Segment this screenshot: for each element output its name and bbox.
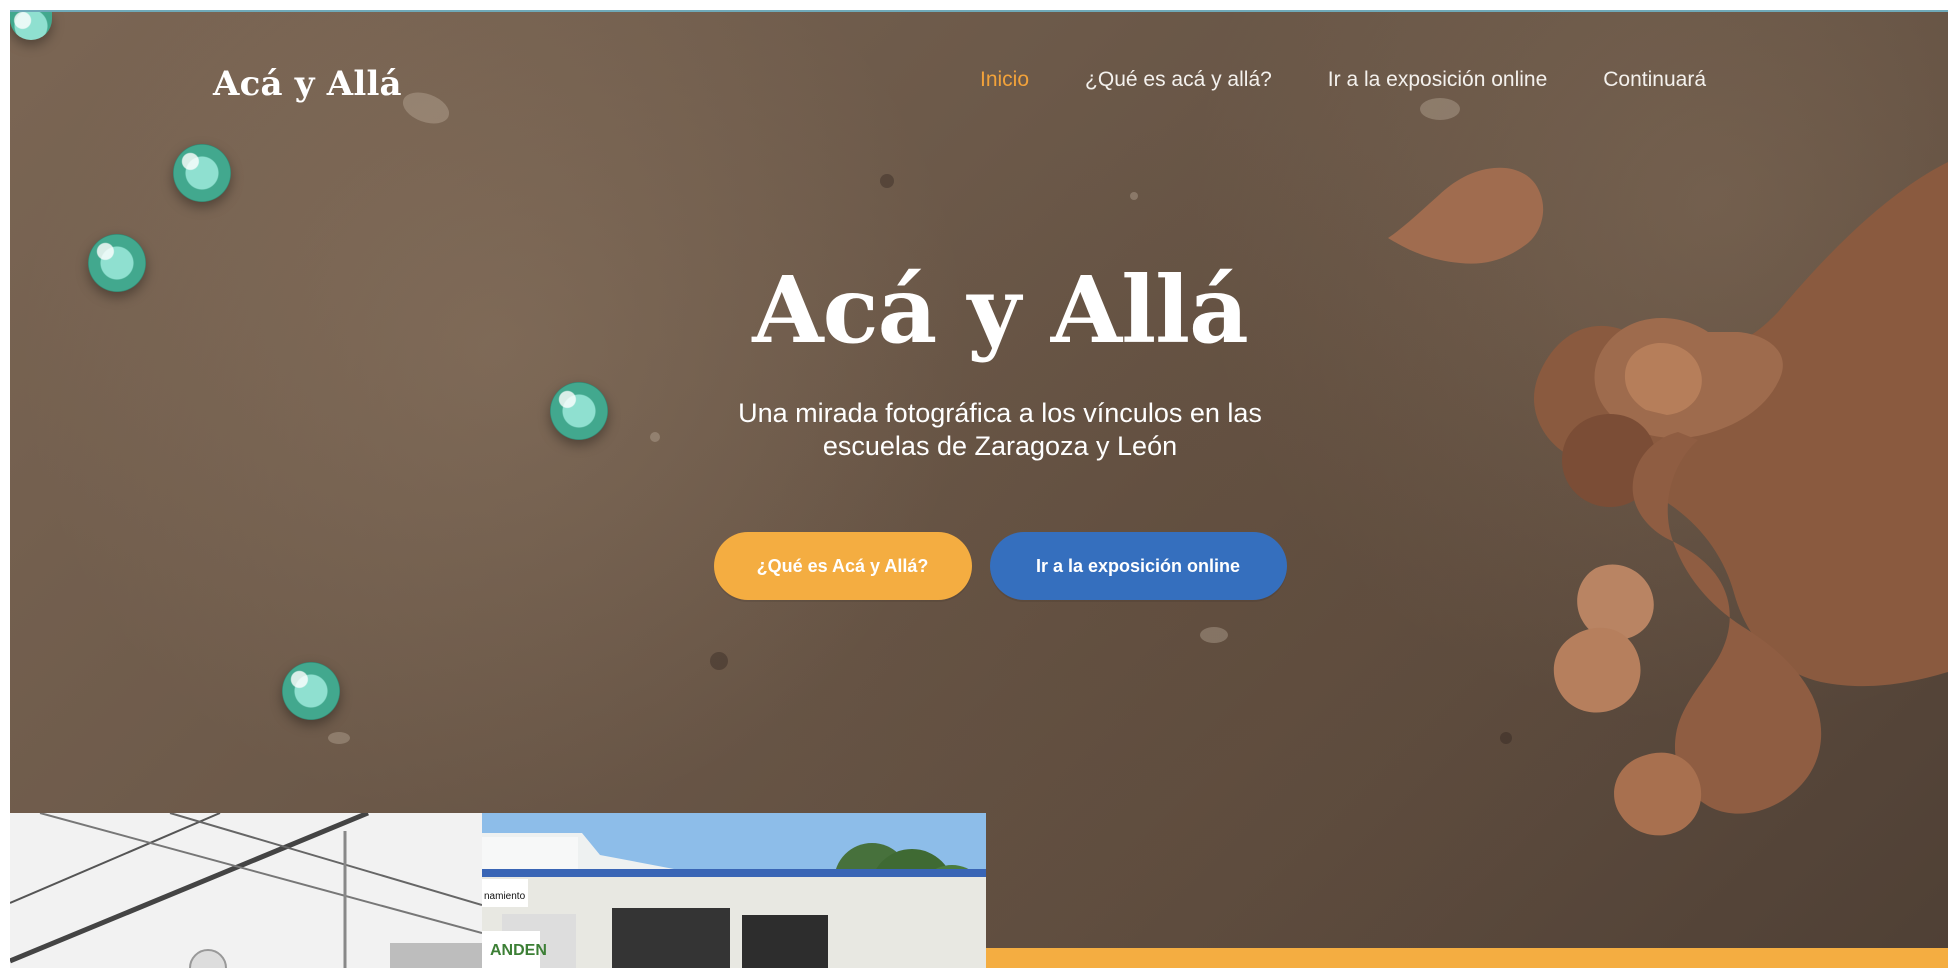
gallery-preview: namiento ANDEN <box>10 813 986 968</box>
pebble <box>1130 192 1138 200</box>
pebble <box>328 732 350 744</box>
primary-navigation: Inicio ¿Qué es acá y allá? Ir a la expos… <box>980 68 1706 92</box>
marble <box>282 662 340 720</box>
site-logo[interactable]: Acá y Allá <box>213 64 402 104</box>
sign-text-2: ANDEN <box>490 942 547 959</box>
marble <box>173 144 231 202</box>
bw-building-illustration <box>10 813 482 968</box>
marble <box>88 234 146 292</box>
hands-photo <box>1388 162 1948 968</box>
school-photo-color: namiento ANDEN <box>482 813 986 968</box>
hero-title: Acá y Allá <box>752 256 1248 364</box>
nav-exposicion[interactable]: Ir a la exposición online <box>1328 68 1547 92</box>
sign-text-1: namiento <box>484 891 526 902</box>
hero-buttons: ¿Qué es Acá y Allá? Ir a la exposición o… <box>700 532 1300 600</box>
marble <box>550 382 608 440</box>
nav-inicio[interactable]: Inicio <box>980 68 1029 92</box>
hands-illustration <box>1388 162 1948 836</box>
hero-content: Acá y Allá Una mirada fotográfica a los … <box>700 262 1300 464</box>
school-photo-bw <box>10 813 482 968</box>
nav-que-es[interactable]: ¿Qué es acá y allá? <box>1085 68 1272 92</box>
pebble <box>650 432 660 442</box>
pebble <box>710 652 728 670</box>
exhibition-button[interactable]: Ir a la exposición online <box>989 532 1287 600</box>
what-is-button[interactable]: ¿Qué es Acá y Allá? <box>713 532 972 600</box>
hero-subtitle: Una mirada fotográfica a los vínculos en… <box>738 397 1262 462</box>
bottom-accent-bar <box>986 948 1948 968</box>
page-frame: Acá y Allá Inicio ¿Qué es acá y allá? Ir… <box>10 10 1948 968</box>
color-building-illustration: namiento ANDEN <box>482 813 986 968</box>
nav-continuara[interactable]: Continuará <box>1603 68 1706 92</box>
site-header: Acá y Allá Inicio ¿Qué es acá y allá? Ir… <box>10 12 1948 132</box>
pebble <box>1200 627 1228 643</box>
pebble <box>880 174 894 188</box>
